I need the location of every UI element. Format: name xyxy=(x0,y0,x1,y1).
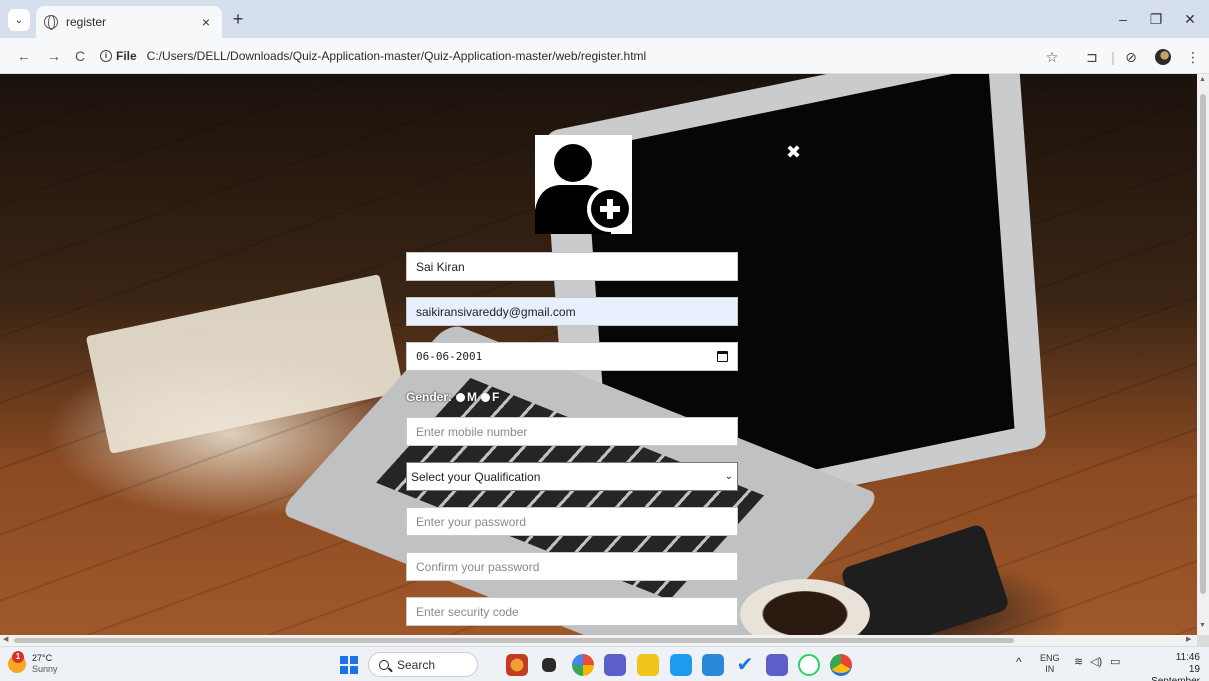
horizontal-scroll-thumb[interactable] xyxy=(14,638,1014,643)
windows-start-icon[interactable] xyxy=(340,656,358,674)
sun-icon: 1 xyxy=(8,651,26,673)
confirm-password-placeholder: Confirm your password xyxy=(416,559,540,574)
file-explorer-icon[interactable] xyxy=(637,654,659,676)
calendar-icon[interactable] xyxy=(717,351,728,362)
confirm-password-field[interactable]: Confirm your password xyxy=(406,552,738,581)
tab-register[interactable]: register × xyxy=(36,6,222,38)
weather-temp: 27°C xyxy=(32,653,53,663)
name-field[interactable]: Sai Kiran xyxy=(406,252,738,281)
clock-date: 19 September xyxy=(1151,664,1200,681)
scroll-down-icon[interactable]: ▼ xyxy=(1199,622,1206,629)
url-text: C:/Users/DELL/Downloads/Quiz-Application… xyxy=(146,49,647,63)
tab-close-button[interactable]: × xyxy=(198,14,214,30)
kebab-menu-icon[interactable]: ⋮ xyxy=(1184,49,1202,65)
extension-icon[interactable]: ⊘ xyxy=(1122,49,1140,65)
gender-label: Gender: xyxy=(406,390,453,404)
scrollbar-corner xyxy=(1197,635,1209,646)
star-icon[interactable]: ☆ xyxy=(1043,49,1061,65)
scroll-up-icon[interactable]: ▲ xyxy=(1199,76,1206,83)
password-placeholder: Enter your password xyxy=(416,514,527,529)
gender-option-f: F xyxy=(492,390,500,404)
reload-button[interactable]: C xyxy=(70,47,90,65)
todo-icon[interactable]: ✔ xyxy=(734,654,756,676)
scroll-left-icon[interactable]: ◀ xyxy=(3,635,8,643)
tab-search-button[interactable]: ⌄ xyxy=(8,9,30,31)
windows-taskbar: 1 27°C Sunny Search ✔ ^ ENG IN ≋ ◁) ▭ 11… xyxy=(0,646,1209,681)
page-viewport: ✖ Sai Kiran saikiransivareddy@gmail.com … xyxy=(0,74,1197,635)
taskbar-search[interactable]: Search xyxy=(368,652,478,677)
wifi-icon[interactable]: ≋ xyxy=(1074,657,1083,668)
security-code-field[interactable]: Enter security code xyxy=(406,597,738,626)
weather-widget[interactable]: 1 27°C Sunny xyxy=(8,651,58,675)
back-button[interactable]: ← xyxy=(14,47,34,65)
mobile-field[interactable]: Enter mobile number xyxy=(406,417,738,446)
close-window-button[interactable]: ✕ xyxy=(1175,8,1205,30)
weather-text: 27°C Sunny xyxy=(32,653,58,675)
clock-time: 11:46 xyxy=(1175,652,1200,663)
chrome-icon[interactable] xyxy=(830,654,852,676)
puzzle-icon[interactable]: ⊐ xyxy=(1083,49,1101,65)
search-icon xyxy=(379,659,389,670)
battery-icon[interactable]: ▭ xyxy=(1110,657,1120,668)
search-label: Search xyxy=(397,657,436,672)
user-add-icon xyxy=(535,144,632,234)
vertical-scroll-thumb[interactable] xyxy=(1200,94,1206,594)
volume-icon[interactable]: ◁) xyxy=(1090,657,1102,668)
chevron-down-icon: ⌄ xyxy=(14,14,24,26)
minimize-button[interactable]: – xyxy=(1108,8,1138,30)
whatsapp-icon[interactable] xyxy=(798,654,820,676)
security-code-placeholder: Enter security code xyxy=(416,604,519,619)
chevron-down-icon: ⌄ xyxy=(724,471,733,482)
screen: ⌄ register × + – ❐ ✕ ← → C i File C:/Use… xyxy=(0,0,1209,681)
email-field[interactable]: saikiransivareddy@gmail.com xyxy=(406,297,738,326)
weather-condition: Sunny xyxy=(32,664,58,674)
horizontal-scrollbar[interactable]: ◀ ▶ xyxy=(0,635,1197,646)
file-label: File xyxy=(116,49,137,63)
photos-icon[interactable] xyxy=(670,654,692,676)
globe-icon xyxy=(44,15,58,30)
notification-badge: 1 xyxy=(12,651,24,663)
store-icon[interactable] xyxy=(702,654,724,676)
dob-value: 06-06-2001 xyxy=(416,350,483,363)
gender-group: Gender: M F xyxy=(406,388,499,406)
restore-button[interactable]: ❐ xyxy=(1141,8,1171,30)
info-icon: i xyxy=(100,50,112,62)
copilot-icon[interactable] xyxy=(506,654,528,676)
task-view-icon[interactable] xyxy=(542,658,556,672)
qualification-selected: Select your Qualification xyxy=(411,469,541,484)
forward-button[interactable]: → xyxy=(44,47,64,65)
toolbar-divider: | xyxy=(1111,49,1115,65)
scroll-right-icon[interactable]: ▶ xyxy=(1186,635,1191,643)
language-indicator[interactable]: ENG IN xyxy=(1040,653,1060,675)
gender-option-m: M xyxy=(467,390,478,404)
mobile-placeholder: Enter mobile number xyxy=(416,424,528,439)
tab-title: register xyxy=(66,15,107,29)
vertical-scrollbar[interactable]: ▲ ▼ xyxy=(1197,74,1209,635)
new-tab-button[interactable]: + xyxy=(228,10,248,28)
gender-radio-m[interactable] xyxy=(456,392,466,402)
teams-classic-icon[interactable] xyxy=(766,654,788,676)
system-clock[interactable]: 11:46 19 September xyxy=(1140,652,1200,681)
profile-photo-upload[interactable] xyxy=(535,135,632,234)
browser-toolbar: ← → C i File C:/Users/DELL/Downloads/Qui… xyxy=(0,38,1209,74)
teams-icon[interactable] xyxy=(604,654,626,676)
password-field[interactable]: Enter your password xyxy=(406,507,738,536)
address-bar[interactable]: i File C:/Users/DELL/Downloads/Quiz-Appl… xyxy=(100,43,1075,69)
browser-tabstrip: ⌄ register × + – ❐ ✕ xyxy=(0,0,1209,38)
widgets-icon[interactable] xyxy=(572,654,594,676)
gender-radio-f[interactable] xyxy=(481,392,491,402)
qualification-select[interactable]: Select your Qualification ⌄ xyxy=(406,462,738,491)
close-form-icon[interactable]: ✖ xyxy=(786,142,801,163)
profile-avatar[interactable] xyxy=(1155,49,1171,65)
dob-field[interactable]: 06-06-2001 xyxy=(406,342,738,371)
language-top: ENG xyxy=(1040,653,1060,663)
language-bottom: IN xyxy=(1045,664,1055,674)
site-info-chip[interactable]: i File xyxy=(100,49,137,63)
tray-overflow-icon[interactable]: ^ xyxy=(1016,656,1022,668)
